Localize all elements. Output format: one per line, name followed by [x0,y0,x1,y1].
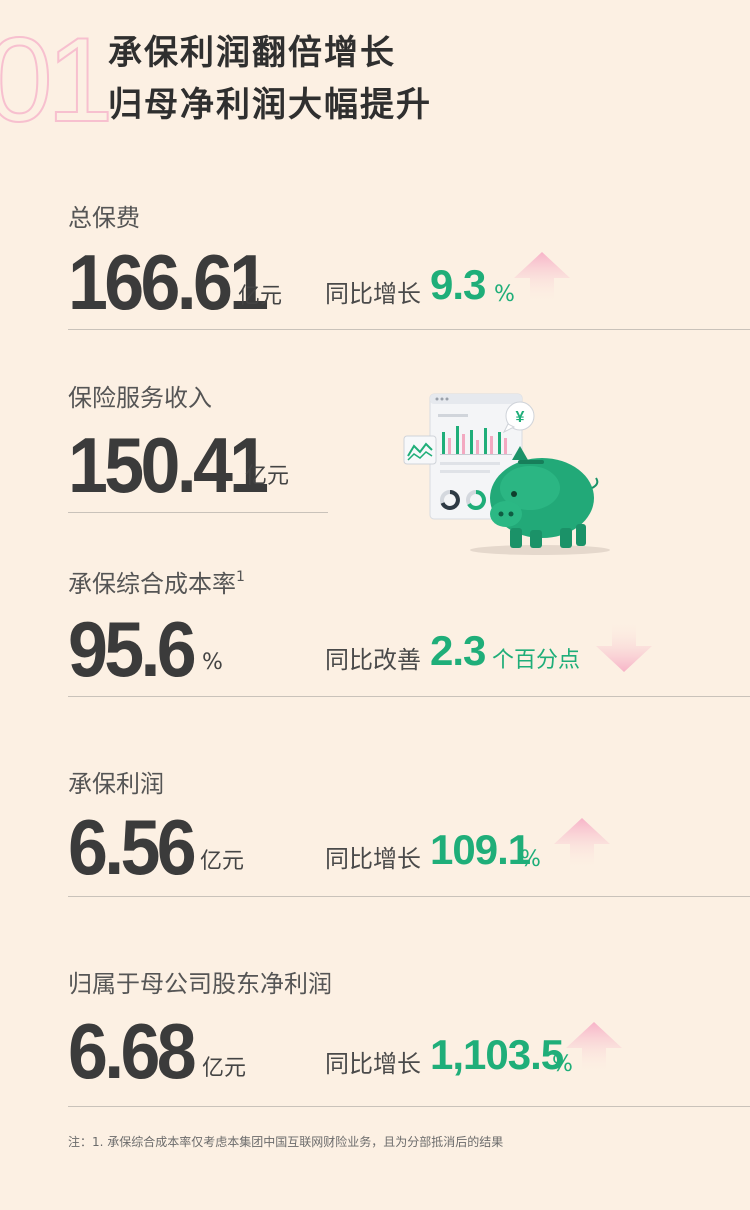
currency-symbol: ¥ [516,409,525,426]
page-title-line-2: 归母净利润大幅提升 [108,85,432,125]
metric-value: 6.68 [68,1007,197,1095]
metric-unit: 亿元 [238,284,283,309]
footnote-marker: 1 [236,569,245,585]
metric-label: 承保利润 [68,770,164,798]
comparison-unit: % [520,847,541,872]
comparison-label: 同比增长 [325,845,421,873]
trend-up-arrow-icon [566,1022,622,1074]
trend-up-arrow-icon [554,818,610,870]
metric-label: 承保综合成本率1 [68,569,245,598]
trend-up-arrow-icon [514,252,570,304]
divider [68,696,750,697]
metric-value: 95.6 [68,605,197,693]
divider [68,896,750,897]
metric-label: 总保费 [68,204,140,232]
metric-value: 6.56 [68,803,197,891]
footnote: 注：1. 承保综合成本率仅考虑本集团中国互联网财险业务，且为分部抵消后的结果 [68,1135,504,1149]
metric-label-text: 承保综合成本率 [68,570,236,598]
page-title-line-1: 承保利润翻倍增长 [108,33,396,73]
metric-value: 166.61 [68,238,269,326]
metric-label: 保险服务收入 [68,384,212,412]
divider [68,1106,750,1107]
metric-unit: 亿元 [200,849,245,874]
divider [68,329,750,330]
metric-unit: 亿元 [245,464,290,489]
comparison-label: 同比改善 [325,646,421,674]
trend-down-arrow-icon [596,620,652,672]
metric-unit: 亿元 [202,1056,247,1081]
comparison-value: 2.3 [430,627,486,674]
comparison-unit: 个百分点 [492,648,581,673]
metric-value: 150.41 [68,421,269,509]
comparison-value: 9.3 [430,261,486,308]
comparison-value: 1,103.5 [430,1031,564,1078]
section-number: 01 [0,13,115,147]
comparison-label: 同比增长 [325,1050,421,1078]
comparison-label: 同比增长 [325,280,421,308]
comparison-unit: % [494,282,515,307]
piggy-bank-report-illustration: ¥ [403,393,610,555]
metric-unit: % [202,650,223,675]
divider [68,512,328,513]
metric-label: 归属于母公司股东净利润 [68,970,332,998]
comparison-value: 109.1 [430,826,531,873]
